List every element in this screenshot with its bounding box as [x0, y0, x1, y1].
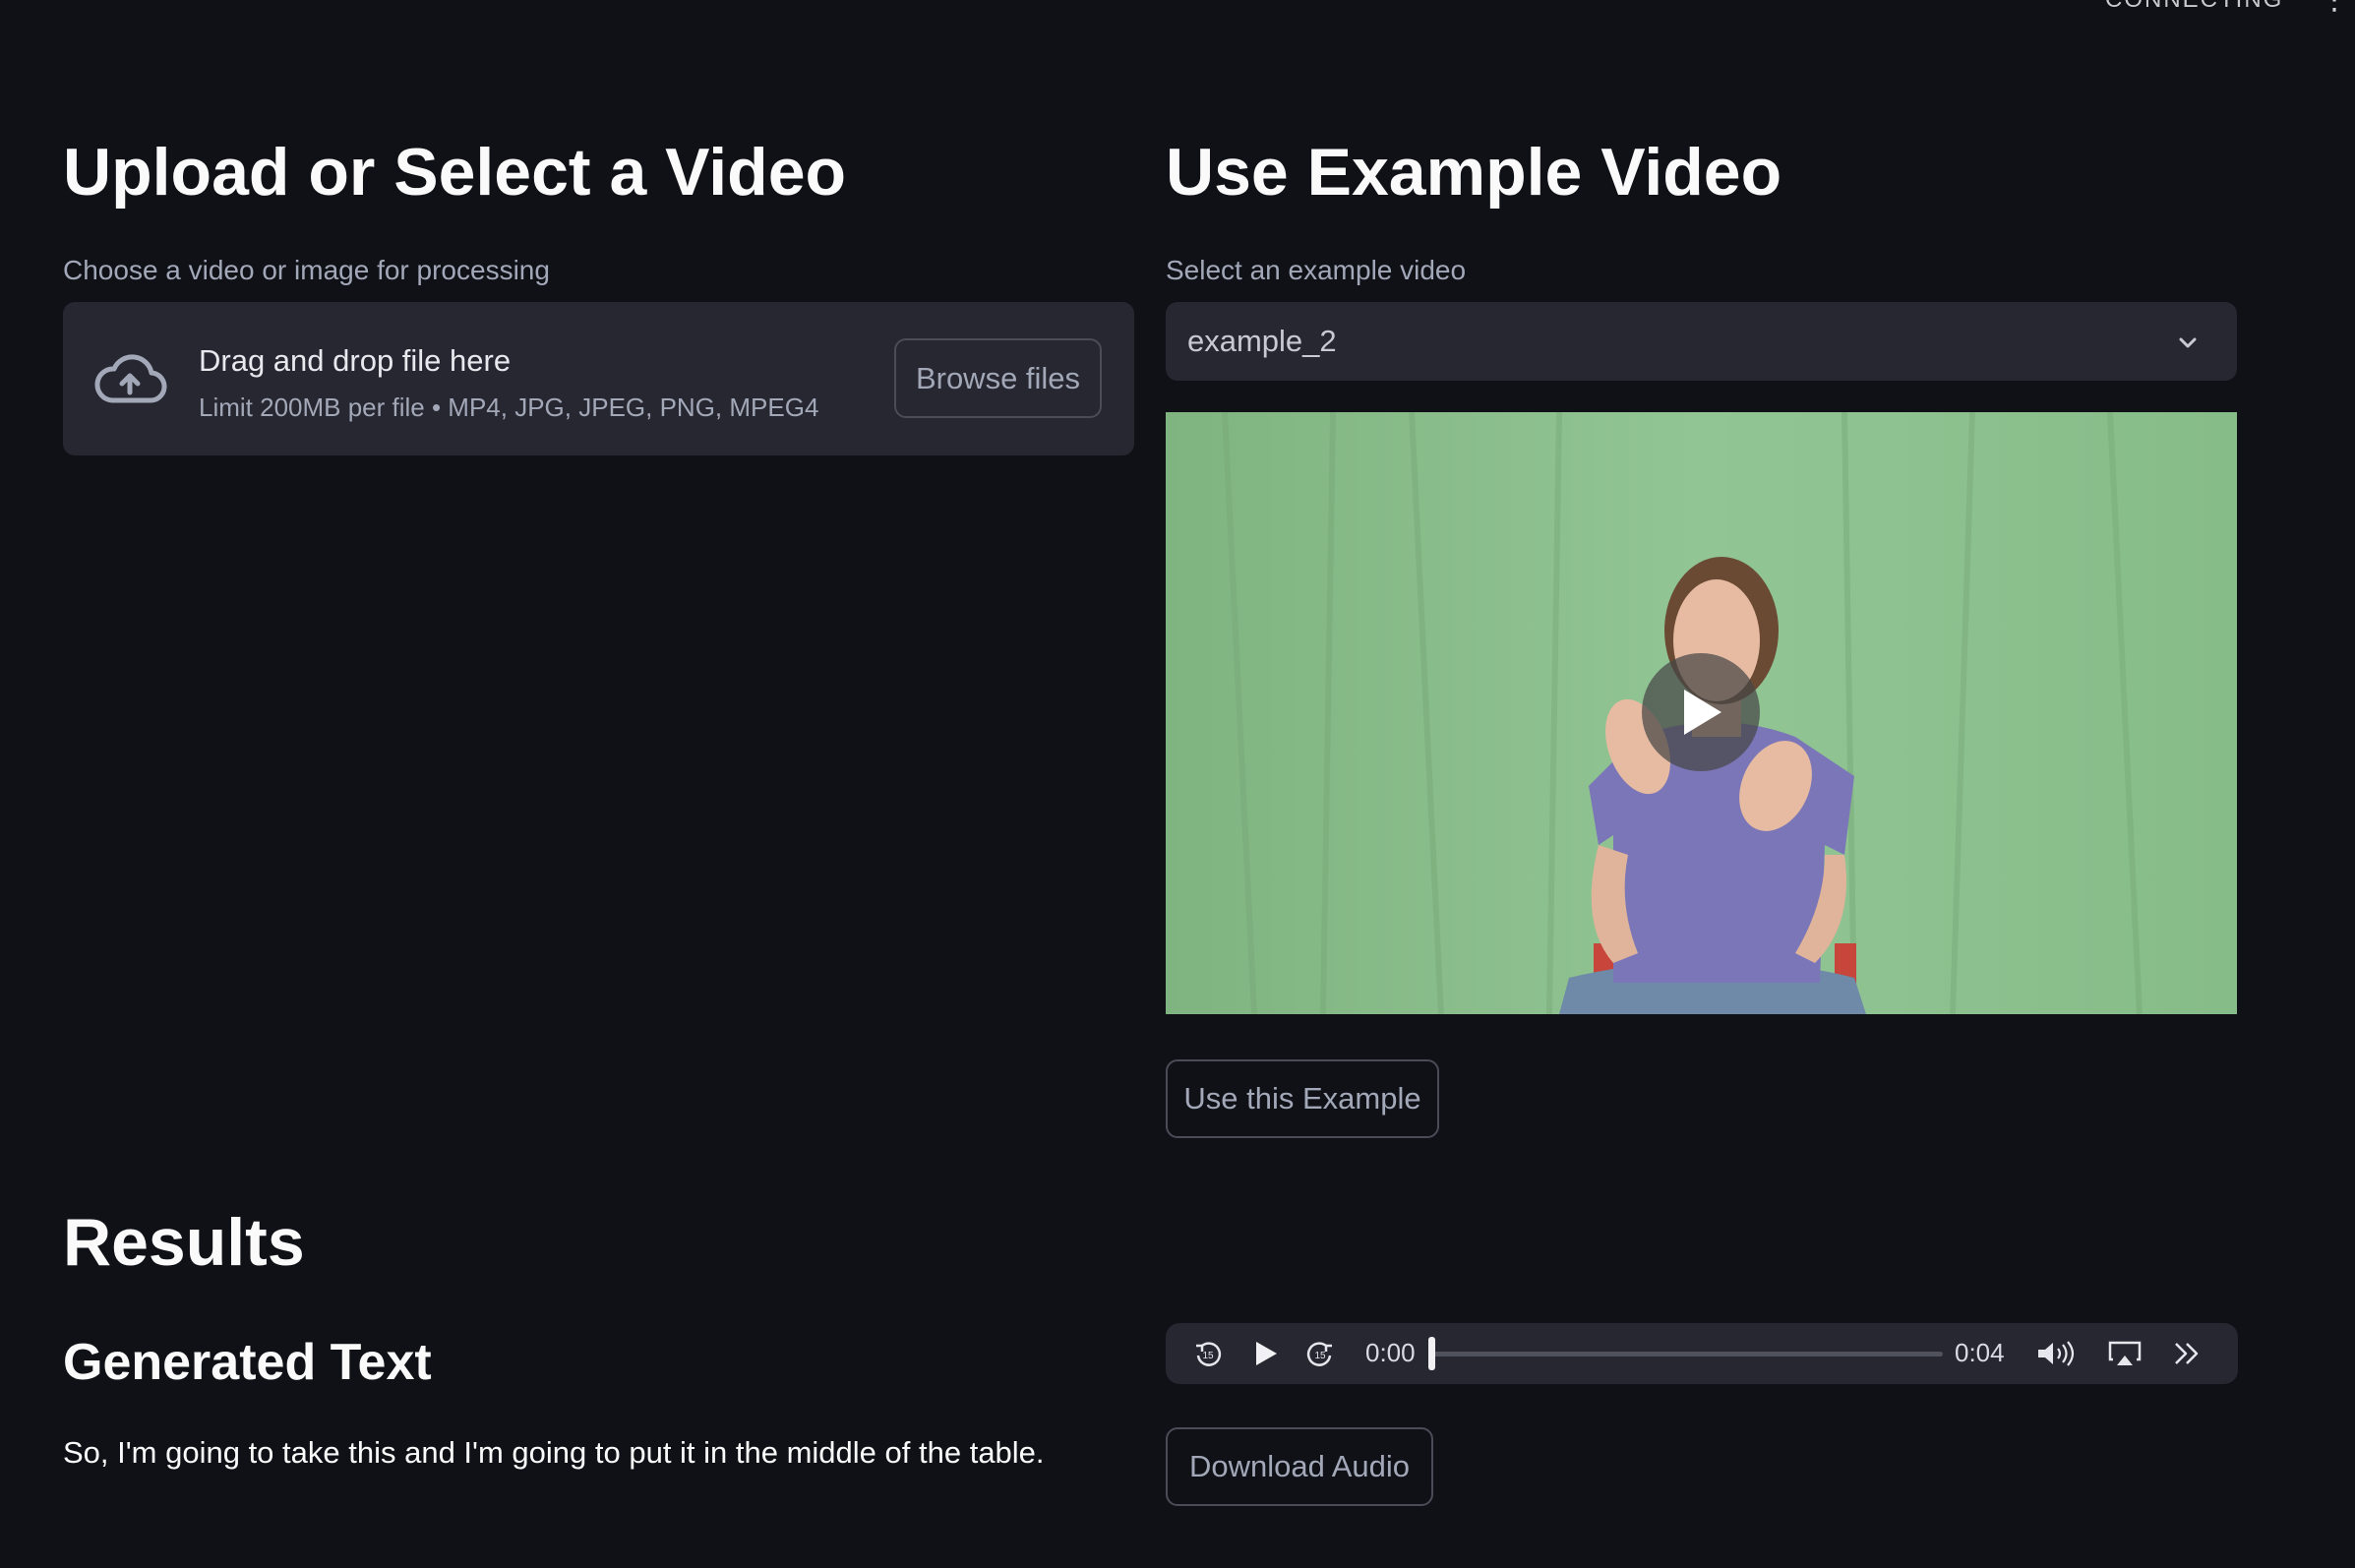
select-value: example_2 [1187, 324, 1337, 358]
svg-text:15: 15 [1314, 1351, 1326, 1361]
generated-text-heading: Generated Text [63, 1334, 432, 1391]
play-icon [1684, 690, 1721, 735]
select-label: Select an example video [1166, 255, 1467, 285]
browse-files-button[interactable]: Browse files [894, 338, 1102, 418]
upload-heading: Upload or Select a Video [63, 135, 847, 210]
airplay-icon[interactable] [2107, 1339, 2143, 1368]
rewind-15-icon[interactable]: 15 [1193, 1339, 1223, 1368]
chevron-down-icon [2179, 337, 2197, 348]
example-video-select[interactable]: example_2 [1166, 302, 2237, 381]
uploader-label: Choose a video or image for processing [63, 255, 550, 285]
duration: 0:04 [1955, 1338, 2005, 1367]
video-play-button[interactable] [1642, 653, 1760, 771]
use-example-button[interactable]: Use this Example [1166, 1059, 1439, 1138]
volume-icon[interactable] [2035, 1339, 2083, 1368]
svg-text:15: 15 [1202, 1351, 1214, 1361]
example-video-player[interactable] [1166, 412, 2237, 1014]
dropzone-limit: Limit 200MB per file • MP4, JPG, JPEG, P… [199, 392, 819, 422]
dropzone-title: Drag and drop file here [199, 343, 512, 378]
seek-bar[interactable] [1431, 1352, 1943, 1357]
cloud-upload-icon [94, 354, 167, 403]
connection-status: CONNECTING [2105, 0, 2283, 14]
example-heading: Use Example Video [1166, 135, 1782, 210]
forward-15-icon[interactable]: 15 [1305, 1339, 1335, 1368]
more-icon[interactable] [2172, 1339, 2202, 1368]
results-heading: Results [63, 1205, 305, 1280]
main-menu-button[interactable]: ⋮ [2320, 0, 2349, 17]
app-page: CONNECTING ⋮ Upload or Select a Video Ch… [0, 0, 2355, 1568]
file-uploader-dropzone[interactable]: Drag and drop file here Limit 200MB per … [63, 302, 1134, 455]
audio-player[interactable]: 15 15 0:00 0:04 [1166, 1323, 2238, 1384]
download-audio-button[interactable]: Download Audio [1166, 1427, 1433, 1506]
play-icon[interactable] [1250, 1339, 1280, 1368]
seek-handle[interactable] [1428, 1337, 1435, 1370]
generated-text: So, I'm going to take this and I'm going… [63, 1435, 1045, 1470]
current-time: 0:00 [1365, 1338, 1416, 1367]
